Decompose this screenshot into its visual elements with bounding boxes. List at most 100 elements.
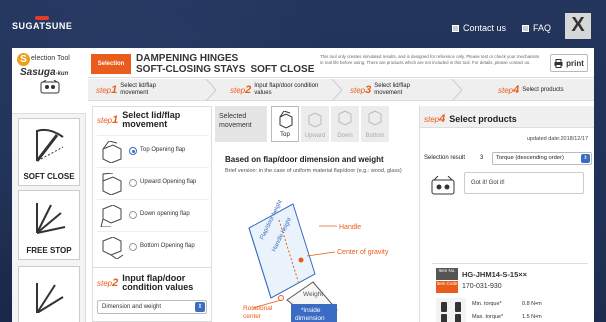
step1-number: step1 bbox=[97, 114, 119, 126]
selection-result-count: 3 bbox=[480, 155, 484, 161]
product-image bbox=[436, 298, 466, 322]
third-card[interactable] bbox=[18, 266, 80, 322]
soft-close-card[interactable]: SOFT CLOSE bbox=[18, 118, 80, 186]
step4-number: step4 bbox=[424, 113, 446, 125]
step-progress-bar: step1 Select lid/flap movement step2 Inp… bbox=[88, 79, 594, 101]
printer-icon bbox=[554, 58, 563, 68]
step2-title: Input flap/door condition values bbox=[122, 273, 194, 292]
step-2[interactable]: step2 Input flap/door condition values bbox=[230, 79, 320, 101]
step4-title: Select products bbox=[449, 113, 517, 124]
square-bullet-icon bbox=[522, 24, 529, 32]
mascot-icon bbox=[40, 80, 60, 94]
item-code-tag: Item Code bbox=[436, 281, 458, 293]
top-opening-radio[interactable] bbox=[129, 147, 137, 155]
step-1[interactable]: step1 Select lid/flap movement bbox=[96, 79, 180, 101]
spec-value: 0.8 N•m bbox=[522, 301, 542, 307]
brand-mark-icon bbox=[35, 16, 50, 20]
movement-selection-panel: step1 Select lid/flap movement Top Openi… bbox=[92, 106, 212, 322]
flap-diagram: Flap/door height Handle height Handle Ce… bbox=[243, 199, 389, 322]
chevron-right-icon bbox=[332, 79, 342, 101]
sasuga-name: Sasuga-kun bbox=[20, 67, 69, 78]
step-3-number: step3 bbox=[350, 84, 372, 96]
header: Selection DAMPENING HINGES SOFT-CLOSING … bbox=[88, 48, 594, 78]
option-upward-opening[interactable]: Upward Opening flap bbox=[97, 167, 209, 197]
product-results-panel: step4 Select products updated date:2018/… bbox=[419, 106, 594, 322]
option-top-opening[interactable]: Top Opening flap bbox=[97, 135, 209, 165]
dropdown-arrow-icon: ⇕ bbox=[195, 302, 205, 312]
selection-result-label: Selection result bbox=[424, 155, 466, 161]
step-2-number: step2 bbox=[230, 84, 252, 96]
down-opening-flap-icon bbox=[100, 205, 122, 227]
logo-text: SUGATSUNE bbox=[12, 21, 73, 31]
soft-close-label: SOFT CLOSE bbox=[23, 172, 75, 181]
step-4-label: Select products bbox=[522, 86, 564, 93]
down-movement-icon bbox=[338, 110, 352, 126]
option-bottom-opening[interactable]: Bottom Opening flap bbox=[97, 231, 209, 261]
print-button[interactable]: print bbox=[550, 54, 588, 72]
step-3-label: Select lid/flap movement bbox=[374, 83, 410, 96]
item-no-tag: Item No. bbox=[436, 268, 458, 280]
product-card[interactable]: Item No. Item Code HG-JHM14-S-15×× 170-0… bbox=[432, 263, 588, 322]
chevron-right-icon bbox=[452, 79, 462, 101]
movement-top-label: Top bbox=[280, 132, 290, 138]
bottom-opening-flap-icon bbox=[102, 237, 124, 259]
step1-title: Select lid/flap movement bbox=[122, 110, 181, 129]
close-button[interactable]: X bbox=[565, 13, 591, 39]
option-down-opening[interactable]: Down opening flap bbox=[97, 199, 209, 229]
step-3[interactable]: step3 Select lid/flap movement bbox=[350, 79, 430, 101]
step2-heading: step2 Input flap/door condition values bbox=[97, 272, 202, 294]
condition-values-section: step2 Input flap/door condition values D… bbox=[93, 267, 211, 322]
weight-label: Weight bbox=[303, 291, 323, 298]
faq-label: FAQ bbox=[533, 23, 552, 33]
item-code: 170-031-930 bbox=[462, 283, 502, 290]
down-opening-radio[interactable] bbox=[129, 211, 137, 219]
selection-tool-label: election Tool bbox=[31, 55, 70, 62]
selected-movement-label: Selected movement bbox=[215, 106, 267, 142]
condition-dropdown[interactable]: Dimension and weight ⇕ bbox=[97, 300, 207, 314]
free-stop-icon bbox=[36, 203, 66, 234]
inside-label: *inside bbox=[301, 307, 321, 314]
step-1-label: Select lid/flap movement bbox=[120, 83, 156, 96]
movement-down[interactable]: Down bbox=[331, 106, 359, 142]
movement-diagram-panel: Selected movement Top Upward Down Bottom bbox=[215, 106, 416, 322]
title-dampening-hinges: DAMPENING HINGES bbox=[136, 53, 239, 64]
bottom-opening-radio[interactable] bbox=[129, 243, 137, 251]
hinge-variant-icon bbox=[36, 283, 64, 313]
item-number: HG-JHM14-S-15×× bbox=[462, 270, 528, 279]
brief-version-text: Brief version: in the case of uniform ma… bbox=[225, 168, 402, 174]
movement-upward[interactable]: Upward bbox=[301, 106, 329, 142]
movement-down-label: Down bbox=[337, 133, 353, 139]
spec-label: Min. torque* bbox=[472, 301, 502, 307]
step1-heading: step1 Select lid/flap movement bbox=[97, 109, 192, 131]
faq-link[interactable]: FAQ bbox=[522, 23, 551, 33]
title-soft-closing-stays: SOFT-CLOSING STAYS SOFT CLOSE bbox=[136, 64, 315, 75]
sugatsune-logo[interactable]: SUGATSUNE bbox=[12, 16, 72, 31]
movement-bottom[interactable]: Bottom bbox=[361, 106, 389, 142]
center-label: center bbox=[243, 313, 262, 320]
soft-close-icon bbox=[35, 128, 64, 162]
based-on-heading: Based on flap/door dimension and weight bbox=[225, 155, 384, 164]
spec-label: Max. torque* bbox=[472, 314, 504, 320]
dropdown-arrow-icon: ⇕ bbox=[581, 154, 590, 163]
spec-value: 1.5 N•m bbox=[522, 314, 542, 320]
step4-heading: step4 Select products bbox=[424, 108, 517, 130]
upward-opening-radio[interactable] bbox=[129, 179, 137, 187]
updated-date: updated date:2018/12/17 bbox=[526, 136, 588, 142]
got-it-message: Got it! Got it! bbox=[464, 172, 584, 194]
step-4[interactable]: step4 Select products bbox=[498, 79, 564, 101]
print-label: print bbox=[566, 58, 584, 68]
free-stop-card[interactable]: FREE STOP bbox=[18, 190, 80, 260]
dimension-label: dimension bbox=[295, 315, 325, 322]
bottom-opening-label: Bottom Opening flap bbox=[140, 243, 195, 249]
mascot-icon bbox=[431, 176, 455, 195]
step2-number: step2 bbox=[97, 277, 119, 289]
handle-label: Handle bbox=[339, 224, 361, 231]
square-bullet-icon bbox=[452, 24, 459, 32]
movement-bottom-label: Bottom bbox=[365, 133, 385, 139]
movement-top[interactable]: Top bbox=[271, 106, 299, 142]
free-stop-label: FREE STOP bbox=[26, 246, 72, 255]
disclaimer-note: This tool only creates simulated results… bbox=[320, 54, 540, 65]
contact-link[interactable]: Contact us bbox=[452, 23, 506, 33]
selection-badge: Selection bbox=[91, 54, 131, 74]
sort-dropdown[interactable]: Torque (descending order) ⇕ bbox=[492, 152, 592, 165]
